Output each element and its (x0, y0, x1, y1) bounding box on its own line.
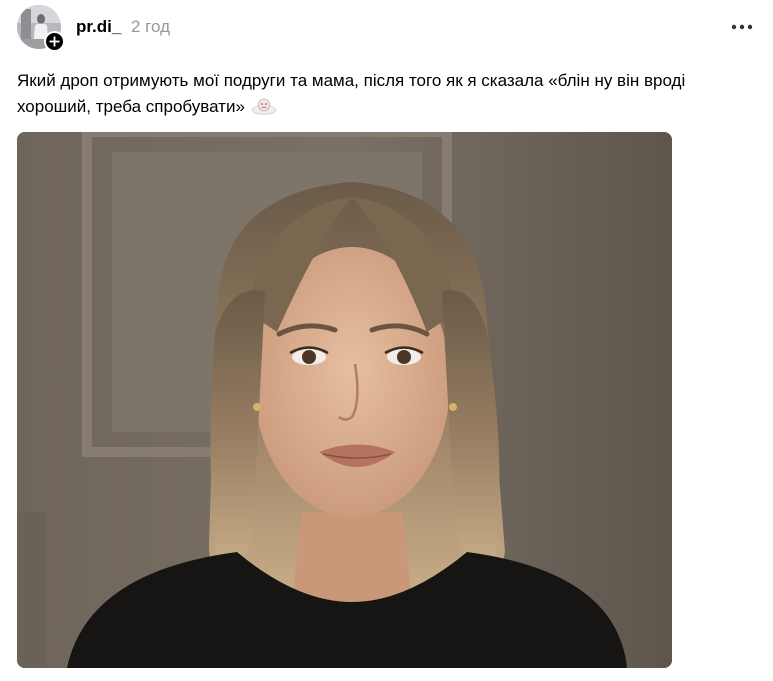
woman-portrait-image (17, 132, 672, 668)
post-text-content: Який дроп отримують мої подруги та мама,… (17, 71, 686, 116)
cloud-face-emoji-icon (251, 97, 277, 115)
follow-button[interactable] (44, 31, 65, 52)
post-media-photo[interactable] (17, 132, 672, 668)
author-username[interactable]: pr.di_ (76, 16, 121, 38)
post-timestamp: 2 год (131, 17, 171, 36)
post-text: Який дроп отримують мої подруги та мама,… (17, 68, 762, 120)
more-options-button[interactable] (728, 17, 756, 37)
author-avatar-button[interactable] (17, 5, 65, 52)
plus-icon (49, 36, 60, 47)
more-horizontal-icon (731, 24, 753, 30)
